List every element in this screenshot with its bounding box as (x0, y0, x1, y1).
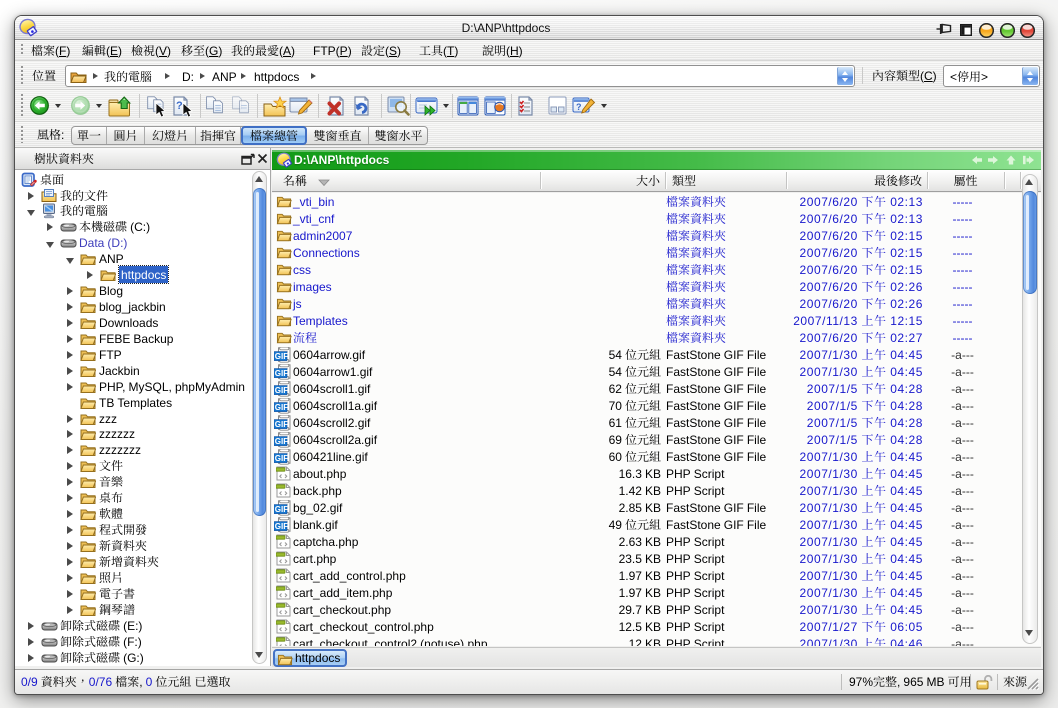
svg-text:GIF: GIF (275, 420, 288, 429)
svg-text:GIF: GIF (275, 403, 288, 412)
svg-text:?: ? (576, 102, 582, 112)
svg-text:GIF: GIF (275, 437, 288, 446)
svg-text:GIF: GIF (275, 505, 288, 514)
svg-text:GIF: GIF (275, 352, 288, 361)
svg-text:?: ? (176, 100, 183, 112)
svg-text:GIF: GIF (275, 454, 288, 463)
svg-text:GIF: GIF (275, 522, 288, 531)
svg-text:GIF: GIF (275, 386, 288, 395)
svg-text:GIF: GIF (275, 369, 288, 378)
